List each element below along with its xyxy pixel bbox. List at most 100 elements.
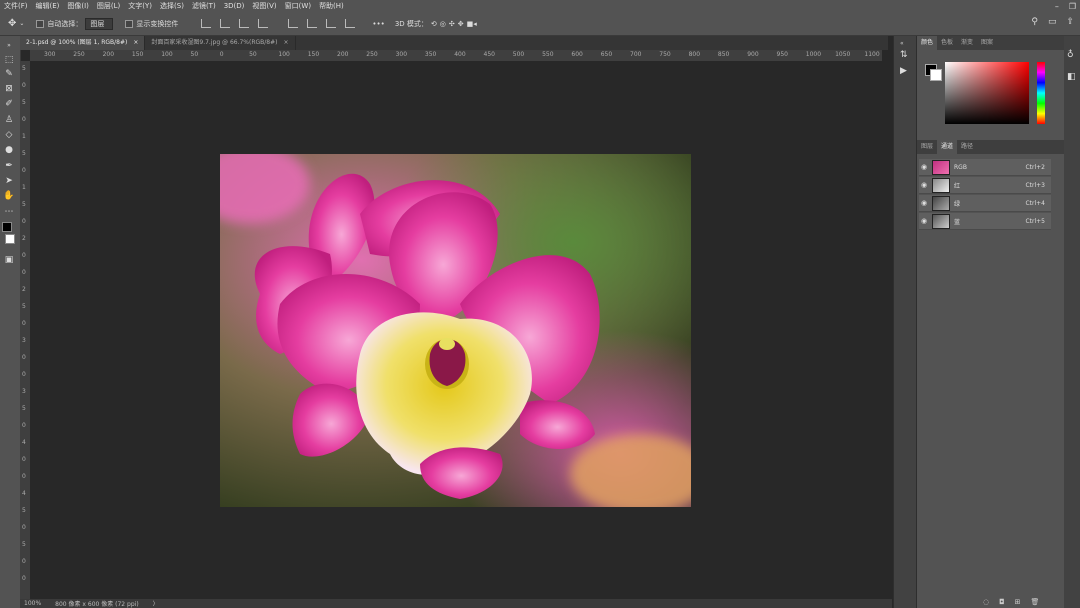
- screen-mode-icon[interactable]: ▣: [3, 254, 15, 265]
- tab-gradients[interactable]: 渐变: [957, 36, 977, 50]
- ruler-tick-label: 300: [395, 51, 408, 58]
- align-left-icon[interactable]: [201, 19, 212, 28]
- align-right-icon[interactable]: [239, 19, 250, 28]
- auto-select-checkbox[interactable]: [36, 19, 45, 28]
- close-icon[interactable]: ×: [133, 36, 138, 50]
- channel-row-blue[interactable]: ◉ 蓝 Ctrl+5: [919, 213, 1051, 230]
- show-transform-checkbox[interactable]: [125, 19, 134, 28]
- hue-slider[interactable]: [1037, 62, 1045, 124]
- more-tools-icon[interactable]: ⋯: [3, 206, 15, 217]
- more-options-icon[interactable]: •••: [372, 20, 384, 28]
- share-icon[interactable]: ⇪: [1066, 17, 1074, 27]
- menu-view[interactable]: 视图(V): [248, 1, 280, 11]
- menu-edit[interactable]: 编辑(E): [32, 1, 64, 11]
- ruler-tick-label: 5: [22, 303, 26, 310]
- ruler-tick-label: 5: [22, 65, 26, 72]
- workspace-icon[interactable]: ▭: [1048, 17, 1057, 27]
- menu-image[interactable]: 图像(I): [63, 1, 93, 11]
- status-menu-icon[interactable]: 〉: [153, 599, 159, 608]
- ruler-tick-label: 200: [102, 51, 115, 58]
- tab-document-2[interactable]: 封面百家采收湿图9.7.jpg @ 66.7%(RGB/8#) ×: [145, 36, 296, 50]
- ruler-tick-label: 200: [337, 51, 349, 58]
- window-controls: – ❐: [1055, 0, 1076, 12]
- channel-row-rgb[interactable]: ◉ RGB Ctrl+2: [919, 159, 1051, 176]
- eye-icon[interactable]: ◉: [919, 181, 929, 189]
- ruler-tool-icon[interactable]: ✐: [3, 98, 15, 109]
- 3d-roll-icon[interactable]: ◎: [440, 20, 446, 28]
- menu-select[interactable]: 选择(S): [156, 1, 188, 11]
- align-middle-icon[interactable]: [307, 19, 318, 28]
- frame-tool-icon[interactable]: ⊠: [3, 83, 15, 94]
- dotted-circle-icon[interactable]: ◌: [983, 598, 989, 606]
- blur-tool-icon[interactable]: ●: [3, 144, 15, 155]
- quick-select-tool-icon[interactable]: ✎: [3, 68, 15, 79]
- document-image[interactable]: [220, 154, 691, 507]
- menu-filter[interactable]: 滤镜(T): [188, 1, 220, 11]
- marquee-tool-icon[interactable]: ⬚: [3, 54, 15, 65]
- new-channel-icon[interactable]: ⊞: [1015, 598, 1021, 606]
- menu-help[interactable]: 帮助(H): [315, 1, 348, 11]
- channel-row-red[interactable]: ◉ 红 Ctrl+3: [919, 177, 1051, 194]
- foreground-color-swatch[interactable]: [2, 222, 12, 232]
- collapse-icon[interactable]: »: [3, 40, 15, 51]
- zoom-level[interactable]: 100%: [24, 600, 41, 607]
- align-bottom-icon[interactable]: [326, 19, 337, 28]
- tab-layers[interactable]: 图层: [917, 140, 937, 154]
- history-icon[interactable]: ⇅: [900, 50, 908, 60]
- pen-tool-icon[interactable]: ✒: [3, 160, 15, 171]
- chevron-down-icon[interactable]: ⌄: [19, 20, 24, 27]
- tab-color[interactable]: 颜色: [917, 36, 938, 50]
- status-bar: 100% 800 像素 x 600 像素 (72 ppi) 〉: [20, 599, 892, 608]
- auto-select-dropdown[interactable]: 图层: [85, 17, 114, 30]
- tab-document-1[interactable]: 2-1.psd @ 100% (图层 1, RGB/8#) ×: [20, 36, 146, 50]
- ruler-tick-label: 800: [688, 51, 701, 58]
- ruler-tick-label: 0: [22, 82, 26, 89]
- lightbulb-icon[interactable]: ♁: [1067, 50, 1074, 60]
- ruler-tick-label: 450: [483, 51, 495, 58]
- eye-icon[interactable]: ◉: [919, 217, 929, 225]
- channel-shortcut: Ctrl+5: [1025, 217, 1045, 225]
- eye-icon[interactable]: ◉: [919, 199, 929, 207]
- background-color-swatch[interactable]: [5, 234, 15, 244]
- 3d-camera-icon[interactable]: ■◂: [467, 20, 477, 28]
- background-swatch[interactable]: [930, 69, 942, 81]
- menu-type[interactable]: 文字(Y): [124, 1, 156, 11]
- 3d-rotate-icon[interactable]: ⟲: [431, 20, 437, 28]
- restore-icon[interactable]: ❐: [1069, 2, 1076, 11]
- align-top-icon[interactable]: [288, 19, 299, 28]
- distribute-vertical-icon[interactable]: [345, 19, 356, 28]
- menu-layer[interactable]: 图层(L): [93, 1, 124, 11]
- tab-patterns[interactable]: 图案: [977, 36, 997, 50]
- stamp-tool-icon[interactable]: ♙: [3, 114, 15, 125]
- 3d-pan-icon[interactable]: ✣: [449, 20, 455, 28]
- minimize-icon[interactable]: –: [1055, 2, 1059, 11]
- tab-channels[interactable]: 通道: [937, 140, 958, 154]
- collapse-icon[interactable]: «: [900, 40, 904, 47]
- save-selection-icon[interactable]: ◘: [999, 598, 1005, 606]
- menu-file[interactable]: 文件(F): [0, 1, 32, 11]
- 3d-slide-icon[interactable]: ✥: [458, 20, 464, 28]
- menu-window[interactable]: 窗口(W): [281, 1, 315, 11]
- orchid-photo: [220, 154, 691, 507]
- move-tool-icon[interactable]: ✥: [8, 18, 16, 29]
- search-icon[interactable]: ⚲: [1031, 17, 1038, 27]
- align-center-icon[interactable]: [220, 19, 231, 28]
- libraries-icon[interactable]: ◧: [1067, 72, 1076, 82]
- tab-paths[interactable]: 路径: [957, 140, 977, 154]
- channel-thumbnail: [932, 195, 950, 211]
- channel-name: 蓝: [954, 218, 961, 226]
- hand-tool-icon[interactable]: ✋: [3, 190, 15, 201]
- menu-3d[interactable]: 3D(D): [220, 2, 249, 10]
- eraser-tool-icon[interactable]: ◇: [3, 129, 15, 140]
- path-select-tool-icon[interactable]: ➤: [3, 175, 15, 186]
- ruler-tick-label: 0: [22, 269, 26, 276]
- close-icon[interactable]: ×: [283, 36, 288, 50]
- distribute-icon[interactable]: [258, 19, 269, 28]
- tab-swatches[interactable]: 色板: [937, 36, 957, 50]
- trash-icon[interactable]: 🗑: [1031, 598, 1040, 606]
- channel-row-green[interactable]: ◉ 绿 Ctrl+4: [919, 195, 1051, 212]
- eye-icon[interactable]: ◉: [919, 163, 929, 171]
- color-picker-field[interactable]: [945, 62, 1029, 124]
- ruler-tick-label: 350: [424, 51, 437, 58]
- play-icon[interactable]: ▶: [900, 66, 907, 76]
